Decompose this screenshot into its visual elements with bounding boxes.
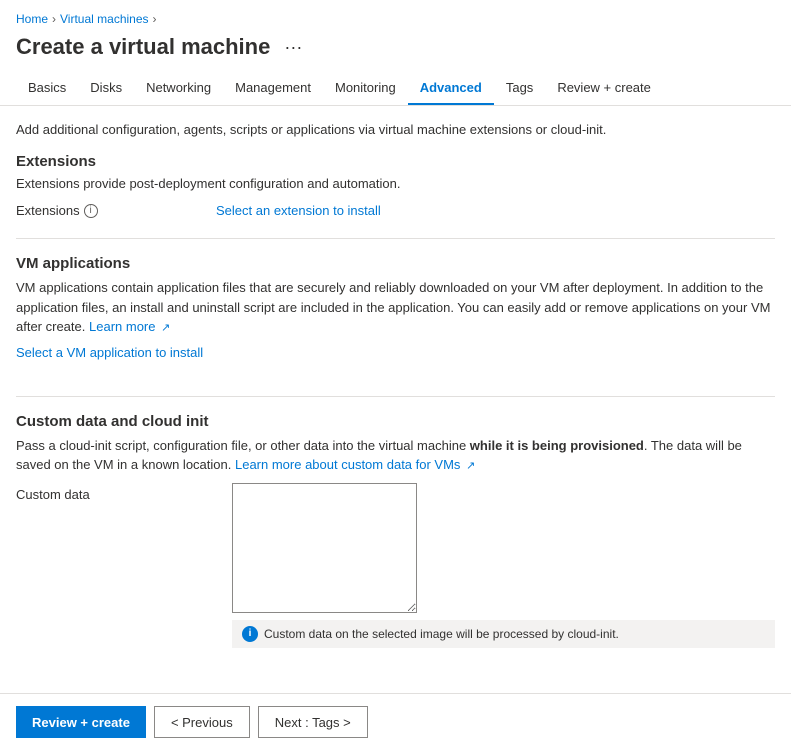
- extensions-section: Extensions Extensions provide post-deplo…: [16, 153, 775, 218]
- page-title: Create a virtual machine: [16, 34, 270, 60]
- breadcrumb-virtual-machines[interactable]: Virtual machines: [60, 12, 149, 26]
- tab-management[interactable]: Management: [223, 72, 323, 105]
- tab-tags[interactable]: Tags: [494, 72, 545, 105]
- more-options-icon[interactable]: ···: [280, 35, 306, 60]
- vm-apps-title: VM applications: [16, 255, 775, 272]
- page-container: Home › Virtual machines › Create a virtu…: [0, 0, 791, 750]
- custom-data-section: Custom data and cloud init Pass a cloud-…: [16, 413, 775, 648]
- bottom-bar: Review + create < Previous Next : Tags >: [0, 693, 791, 750]
- custom-data-label: Custom data: [16, 483, 216, 502]
- breadcrumb-chevron-2: ›: [153, 12, 157, 26]
- custom-data-textarea-wrapper: i Custom data on the selected image will…: [232, 483, 775, 648]
- next-button[interactable]: Next : Tags >: [258, 706, 368, 738]
- tab-basics[interactable]: Basics: [16, 72, 78, 105]
- tab-networking[interactable]: Networking: [134, 72, 223, 105]
- custom-data-description: Pass a cloud-init script, configuration …: [16, 436, 775, 475]
- tab-monitoring[interactable]: Monitoring: [323, 72, 408, 105]
- extensions-select-link[interactable]: Select an extension to install: [216, 203, 381, 218]
- select-vm-app-link[interactable]: Select a VM application to install: [16, 345, 203, 360]
- custom-data-title: Custom data and cloud init: [16, 413, 775, 430]
- page-subtitle: Add additional configuration, agents, sc…: [16, 122, 775, 137]
- breadcrumb: Home › Virtual machines ›: [0, 0, 791, 30]
- extensions-title: Extensions: [16, 153, 775, 170]
- extensions-description: Extensions provide post-deployment confi…: [16, 176, 775, 191]
- previous-button[interactable]: < Previous: [154, 706, 250, 738]
- custom-data-textarea[interactable]: [232, 483, 417, 613]
- custom-data-info-text: Custom data on the selected image will b…: [264, 627, 619, 641]
- custom-data-info-bar: i Custom data on the selected image will…: [232, 620, 775, 648]
- extensions-label-text: Extensions: [16, 203, 80, 218]
- extensions-field-label: Extensions i: [16, 203, 216, 218]
- tabs-row: Basics Disks Networking Management Monit…: [0, 72, 791, 106]
- breadcrumb-chevron-1: ›: [52, 12, 56, 26]
- page-title-row: Create a virtual machine ···: [0, 30, 791, 72]
- vm-apps-learn-more-link[interactable]: Learn more: [89, 319, 155, 334]
- tab-disks[interactable]: Disks: [78, 72, 134, 105]
- custom-data-desc-bold: while it is being provisioned: [470, 438, 644, 453]
- custom-data-external-icon: ↗: [466, 458, 475, 475]
- learn-more-external-icon: ↗: [161, 320, 170, 337]
- tab-review-create[interactable]: Review + create: [545, 72, 663, 105]
- review-create-button[interactable]: Review + create: [16, 706, 146, 738]
- vm-applications-section: VM applications VM applications contain …: [16, 255, 775, 376]
- custom-data-learn-more-link[interactable]: Learn more about custom data for VMs: [235, 457, 460, 472]
- extensions-info-icon[interactable]: i: [84, 204, 98, 218]
- custom-data-desc-part1: Pass a cloud-init script, configuration …: [16, 438, 470, 453]
- divider-2: [16, 396, 775, 397]
- breadcrumb-home[interactable]: Home: [16, 12, 48, 26]
- vm-apps-description: VM applications contain application file…: [16, 278, 775, 337]
- tab-advanced[interactable]: Advanced: [408, 72, 494, 105]
- info-circle-icon: i: [242, 626, 258, 642]
- content-area: Add additional configuration, agents, sc…: [0, 106, 791, 693]
- extensions-field-row: Extensions i Select an extension to inst…: [16, 203, 775, 218]
- custom-data-row: Custom data i Custom data on the selecte…: [16, 483, 775, 648]
- divider-1: [16, 238, 775, 239]
